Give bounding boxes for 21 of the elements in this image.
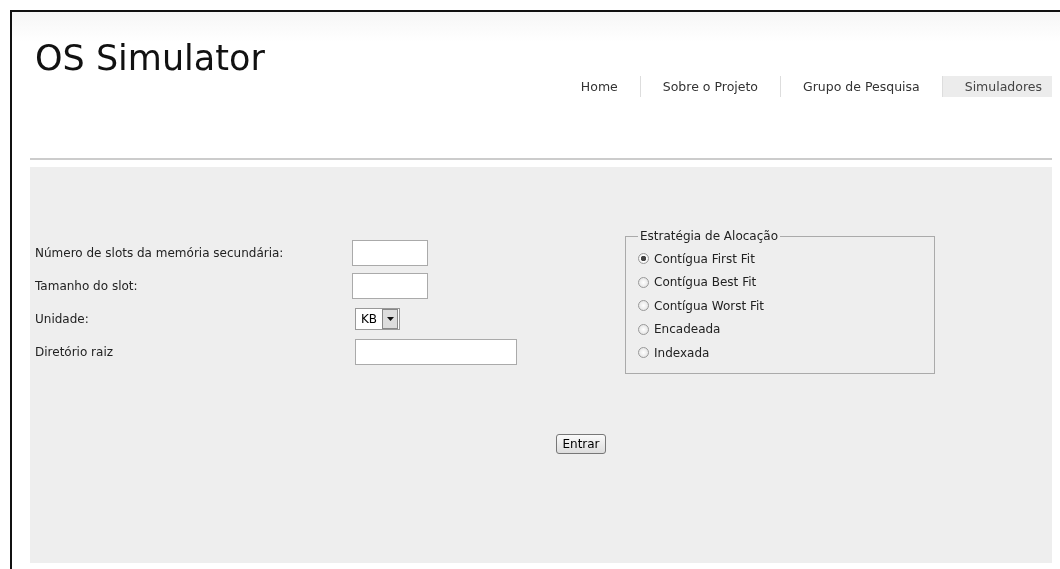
unit-dropdown[interactable]: KB [355, 307, 401, 330]
radio-option[interactable]: Indexada [638, 341, 922, 365]
site-title: OS Simulator [35, 38, 265, 78]
nav-tab[interactable]: Simuladores [941, 76, 1052, 97]
radio-option[interactable]: Encadeada [638, 317, 922, 341]
field-label: Unidade: [35, 311, 90, 326]
input-field[interactable] [355, 338, 517, 365]
caret-icon [382, 308, 399, 329]
group-legend: Estratégia de Alocação [638, 229, 780, 243]
input-field[interactable] [352, 272, 428, 299]
input-field[interactable] [352, 239, 428, 266]
field-label: Diretório raiz [35, 344, 115, 359]
field-label: Tamanho do slot: [35, 278, 139, 293]
radio-option[interactable]: Contígua Best Fit [638, 270, 922, 294]
field-label: Número de slots da memória secundária: [35, 245, 285, 260]
submit-button[interactable]: Entrar [556, 434, 606, 454]
nav-tab[interactable]: Home [558, 76, 640, 97]
radio-option[interactable]: Contígua Worst Fit [638, 294, 922, 318]
nav-tab[interactable]: Sobre o Projeto [639, 76, 780, 97]
radio-option[interactable]: Contígua First Fit [638, 247, 922, 271]
nav-tab[interactable]: Grupo de Pesquisa [780, 76, 942, 97]
